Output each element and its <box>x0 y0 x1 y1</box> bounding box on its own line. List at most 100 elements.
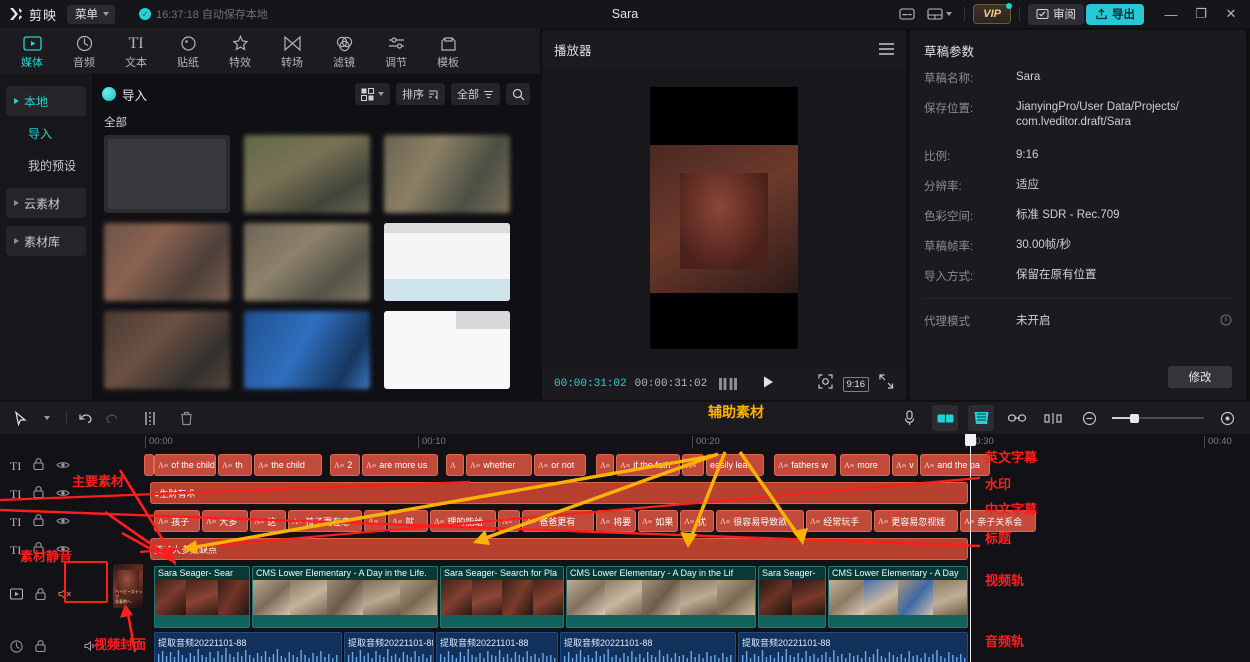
grid-view-button[interactable] <box>355 83 390 105</box>
subtitle-clip[interactable]: A≡ <box>498 510 520 532</box>
subtitle-clip[interactable]: A <box>446 454 464 476</box>
tab-media[interactable]: 媒体 <box>6 29 58 73</box>
video-clip[interactable]: Sara Seager- Search for Pla <box>440 566 564 628</box>
media-thumb[interactable] <box>244 311 370 389</box>
media-thumb[interactable] <box>104 135 230 213</box>
minimize-button[interactable]: — <box>1156 0 1186 28</box>
subtitle-clip[interactable]: A≡th <box>218 454 252 476</box>
subtitle-clip[interactable]: A≡ <box>364 510 386 532</box>
watermark-clip[interactable]: ●生财有术 <box>150 482 968 504</box>
select-tool-button[interactable] <box>8 405 34 431</box>
subtitle-clip[interactable]: A≡more <box>840 454 890 476</box>
search-button[interactable] <box>506 83 530 105</box>
export-button[interactable]: 导出 <box>1086 4 1144 25</box>
link-button[interactable] <box>1004 405 1030 431</box>
track-title[interactable]: 孩子大多数缺点 <box>140 536 1250 564</box>
sidebar-item-local[interactable]: 本地 <box>6 86 86 116</box>
track-audio[interactable]: 提取音频20221101-88 提取音频20221101-88 提取音频2022… <box>140 632 1250 662</box>
subtitle-clip[interactable]: A≡更容易忽视娃 <box>874 510 958 532</box>
track-head-text-3[interactable]: TI <box>0 508 140 536</box>
sort-button[interactable]: 排序 <box>396 83 445 105</box>
track-watermark[interactable]: ●生财有术 <box>140 480 1250 508</box>
subtitle-clip[interactable]: A≡v <box>892 454 918 476</box>
adsorb-toggle-button[interactable] <box>968 405 994 431</box>
hamburger-icon[interactable] <box>879 43 894 55</box>
video-cover-thumbnail[interactable]: ベイビーステップ思春期へ <box>113 564 143 608</box>
video-clip[interactable]: CMS Lower Elementary - A Day in the Lif <box>566 566 756 628</box>
lock-icon[interactable] <box>33 457 44 475</box>
subtitle-clip[interactable]: A≡ <box>682 454 704 476</box>
zoom-slider[interactable] <box>1112 410 1204 426</box>
eye-icon[interactable] <box>56 513 70 531</box>
layout-switch-button[interactable] <box>922 3 956 25</box>
record-button[interactable] <box>896 405 922 431</box>
audio-clip[interactable]: 提取音频20221101-88 <box>560 632 736 662</box>
vip-badge[interactable]: VIP <box>973 4 1011 24</box>
aspect-ratio-badge[interactable]: 9:16 <box>843 377 870 392</box>
lock-icon[interactable] <box>33 485 44 503</box>
tab-audio[interactable]: 音频 <box>58 29 110 73</box>
audio-clip[interactable]: 提取音频20221101-88 <box>344 632 434 662</box>
tab-effects[interactable]: 特效 <box>214 29 266 73</box>
frame-step-icon[interactable] <box>719 378 737 390</box>
subtitle-clip[interactable]: easily lea <box>706 454 764 476</box>
audio-clip[interactable]: 提取音频20221101-88 <box>436 632 558 662</box>
subtitle-clip[interactable]: A≡如果 <box>638 510 678 532</box>
subtitle-clip[interactable]: A≡whether <box>466 454 532 476</box>
split-button[interactable] <box>137 405 163 431</box>
tab-filter[interactable]: 滤镜 <box>318 29 370 73</box>
tab-text[interactable]: TI 文本 <box>110 29 162 73</box>
tool-dropdown-button[interactable] <box>34 405 60 431</box>
media-thumb[interactable] <box>104 223 230 301</box>
info-icon[interactable] <box>1220 314 1232 329</box>
import-button[interactable]: 导入 <box>102 85 147 104</box>
subtitle-clip[interactable]: A≡很容易导致欲 <box>716 510 804 532</box>
subtitle-icon[interactable] <box>894 3 920 25</box>
lock-icon[interactable] <box>33 513 44 531</box>
subtitle-clip[interactable]: A≡if the fath <box>616 454 680 476</box>
video-clip[interactable]: Sara Seager- <box>758 566 826 628</box>
filter-all-button[interactable]: 全部 <box>451 83 500 105</box>
media-thumb[interactable] <box>104 311 230 389</box>
subtitle-clip[interactable]: A≡ <box>596 454 614 476</box>
subtitle-clip[interactable]: A≡爸爸更有 <box>522 510 594 532</box>
eye-icon[interactable] <box>56 457 70 475</box>
video-clip[interactable]: Sara Seager- Sear <box>154 566 250 628</box>
subtitle-clip[interactable]: A≡of the child <box>154 454 216 476</box>
sidebar-item-cloud-material[interactable]: 云素材 <box>6 188 86 218</box>
subtitle-clip[interactable]: A≡or not <box>534 454 586 476</box>
redo-button[interactable] <box>99 405 125 431</box>
menu-button[interactable]: 菜单 <box>67 5 115 24</box>
subtitle-clip[interactable]: A≡the child <box>254 454 322 476</box>
media-thumb[interactable] <box>384 223 510 301</box>
subtitle-clip[interactable]: A≡将要 <box>596 510 636 532</box>
fit-screen-icon[interactable] <box>818 374 833 394</box>
zoom-in-button[interactable] <box>1214 405 1240 431</box>
close-button[interactable]: ✕ <box>1216 0 1246 28</box>
mirror-toggle-button[interactable] <box>932 405 958 431</box>
subtitle-clip[interactable]: A≡2 <box>330 454 360 476</box>
track-video[interactable]: Sara Seager- Sear CMS Lower Elementary -… <box>140 566 1250 628</box>
sidebar-item-import[interactable]: 导入 <box>6 118 86 148</box>
modify-button[interactable]: 修改 <box>1168 366 1232 388</box>
player-stage[interactable] <box>542 68 906 368</box>
slider-knob[interactable] <box>1130 414 1139 423</box>
tab-adjust[interactable]: 调节 <box>370 29 422 73</box>
audio-clip[interactable]: 提取音频20221101-88 <box>738 632 968 662</box>
media-thumb[interactable] <box>244 135 370 213</box>
video-clip[interactable]: CMS Lower Elementary - A Day in the Life… <box>252 566 438 628</box>
track-chinese-subtitles[interactable]: A≡孩子 A≡大多 A≡这 A≡孩子更在意 A≡ A≡就 A≡理的能给 A≡ A… <box>140 508 1250 536</box>
subtitle-clip[interactable]: A≡are more us <box>362 454 438 476</box>
subtitle-clip[interactable]: A≡犹 <box>680 510 714 532</box>
subtitle-clip[interactable]: A≡fathers w <box>774 454 836 476</box>
undo-button[interactable] <box>73 405 99 431</box>
sidebar-item-material-library[interactable]: 素材库 <box>6 226 86 256</box>
eye-icon[interactable] <box>56 485 70 503</box>
media-thumb[interactable] <box>244 223 370 301</box>
maximize-button[interactable]: ❐ <box>1186 0 1216 28</box>
subtitle-clip[interactable]: A≡孩子 <box>154 510 200 532</box>
media-thumb[interactable] <box>384 311 510 389</box>
timeline-ruler[interactable]: 00:00 00:10 00:20 00:30 00:40 <box>140 434 1250 452</box>
subtitle-clip[interactable] <box>144 454 154 476</box>
subtitle-clip[interactable]: A≡孩子更在意 <box>288 510 362 532</box>
